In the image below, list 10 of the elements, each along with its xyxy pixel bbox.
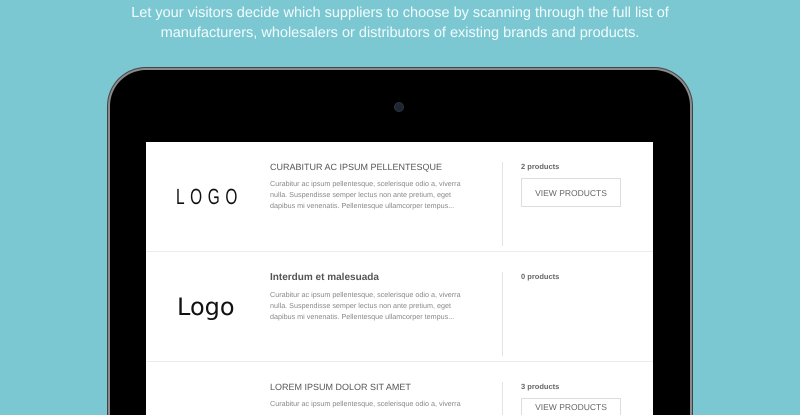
camera-icon — [395, 103, 403, 111]
supplier-title: LOREM IPSUM DOLOR SIT AMET — [270, 382, 412, 392]
supplier-logo: Logo — [177, 293, 235, 321]
intro-text: Let your visitors decide which suppliers to choose by scanning through the full list of — [131, 4, 669, 23]
supplier-title: CURABITUR AC IPSUM PELLENTESQUE — [270, 162, 444, 172]
view-products-button[interactable]: VIEW PRODUCTS — [521, 178, 621, 207]
supplier-title: Interdum et malesuada — [270, 272, 380, 283]
view-products-button[interactable]: VIEW PRODUCTS — [521, 398, 621, 415]
supplier-logo: LOGO — [176, 184, 243, 210]
intro-text: manufacturers, wholesalers or distributors of existing brands and products. — [160, 24, 640, 43]
